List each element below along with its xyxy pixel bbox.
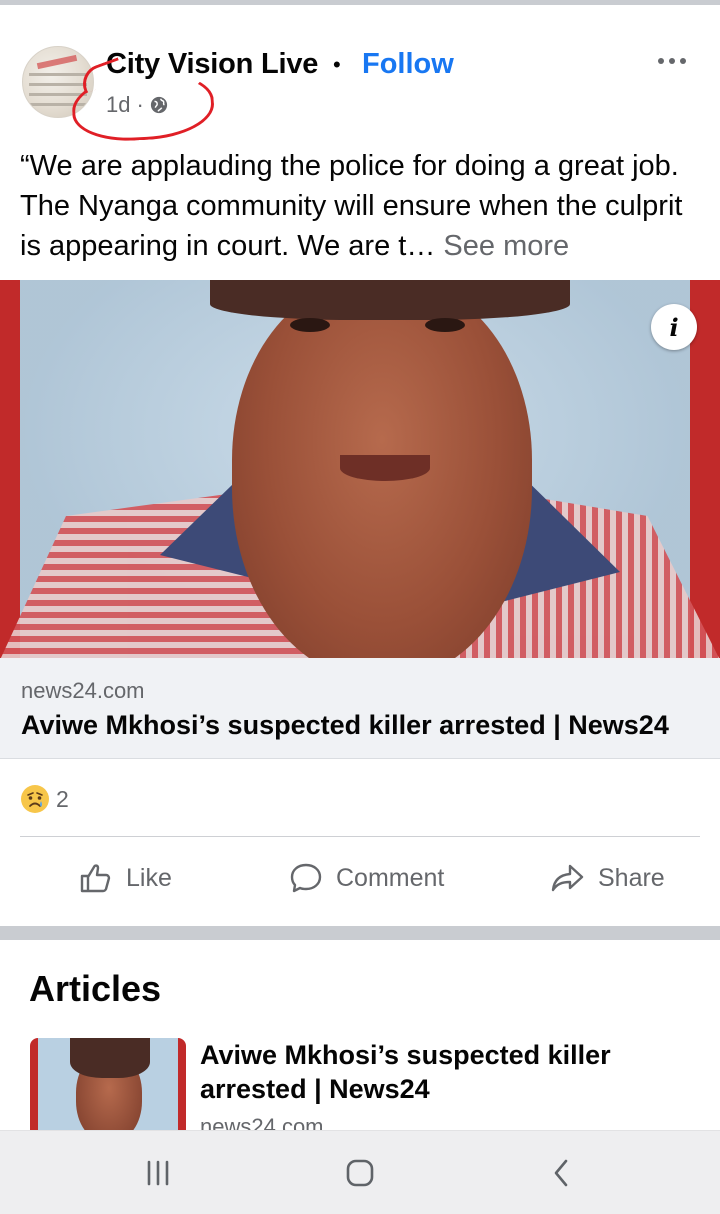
sad-emoji-icon: [21, 785, 49, 813]
link-domain: news24.com: [21, 678, 145, 703]
section-divider: [0, 926, 720, 940]
avatar-newsprint-line: [29, 73, 87, 76]
share-arrow-icon: [551, 864, 584, 892]
photo-eye: [290, 318, 330, 332]
comment-icon: [290, 863, 322, 893]
reaction-summary[interactable]: 2: [20, 784, 69, 814]
comment-label: Comment: [336, 863, 445, 892]
share-button[interactable]: Share: [544, 854, 671, 902]
link-preview[interactable]: news24.com Aviwe Mkhosi’s suspected kill…: [0, 658, 720, 759]
info-icon[interactable]: i: [651, 304, 697, 350]
photo-mouth: [340, 455, 430, 481]
avatar-newsprint-line: [29, 83, 87, 86]
system-navigation-bar: [0, 1130, 720, 1214]
avatar-newsprint-line: [29, 103, 87, 106]
see-more-link[interactable]: See more: [443, 230, 569, 262]
follow-button[interactable]: Follow: [362, 48, 454, 81]
like-label: Like: [126, 863, 172, 892]
share-label: Share: [598, 863, 665, 892]
post-meta: 1d ·: [106, 92, 168, 118]
post-text: “We are applauding the police for doing …: [20, 146, 705, 266]
article-title[interactable]: Aviwe Mkhosi’s suspected killer arrested…: [200, 1038, 680, 1106]
top-divider: [0, 0, 720, 5]
like-button[interactable]: Like: [72, 854, 178, 902]
reaction-count: 2: [56, 785, 69, 812]
articles-heading: Articles: [29, 968, 162, 1009]
thumbs-up-icon: [80, 864, 111, 893]
header-separator: •: [333, 52, 341, 77]
post-photo[interactable]: [0, 280, 720, 658]
back-icon[interactable]: [532, 1153, 592, 1193]
actions-divider: [20, 836, 700, 837]
link-title: Aviwe Mkhosi’s suspected killer arrested…: [21, 710, 669, 740]
home-icon[interactable]: [330, 1153, 390, 1193]
more-options-icon[interactable]: [652, 42, 692, 78]
photo-hair: [210, 280, 570, 320]
comment-button[interactable]: Comment: [282, 854, 450, 902]
photo-eye: [425, 318, 465, 332]
avatar-newsprint-line: [29, 93, 87, 96]
page-name[interactable]: City Vision Live: [106, 48, 318, 81]
post-time[interactable]: 1d: [106, 92, 130, 118]
meta-separator: ·: [136, 92, 144, 117]
recent-apps-icon[interactable]: [128, 1153, 188, 1193]
thumbnail-hair: [70, 1038, 150, 1078]
globe-icon: [150, 96, 167, 114]
post-body: “We are applauding the police for doing …: [20, 150, 683, 262]
avatar-logo-mark: [36, 54, 78, 70]
